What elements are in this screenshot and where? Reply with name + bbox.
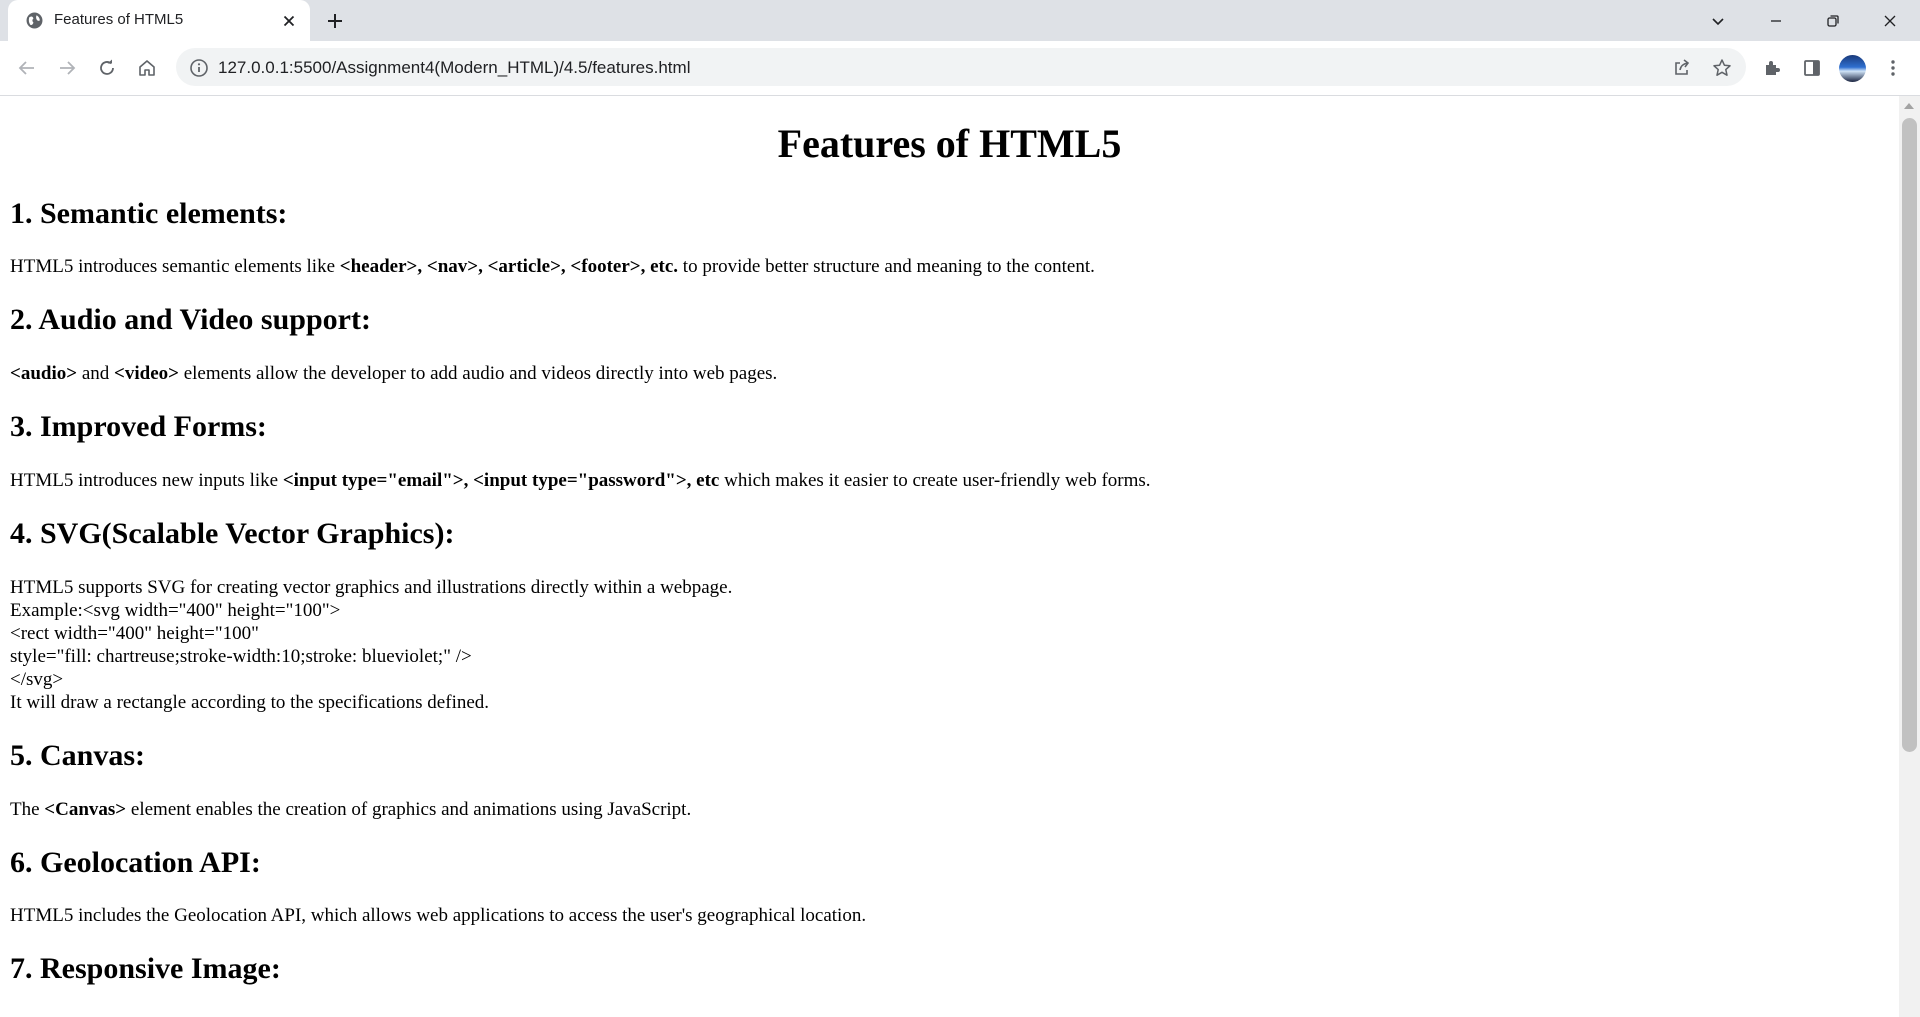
scroll-up-arrow-icon[interactable] xyxy=(1904,103,1914,109)
url-text[interactable]: 127.0.0.1:5500/Assignment4(Modern_HTML)/… xyxy=(218,58,690,78)
heading-audio-video: 2. Audio and Video support: xyxy=(10,303,371,336)
chevron-down-icon xyxy=(1712,17,1724,25)
globe-icon xyxy=(26,12,43,29)
menu-button[interactable] xyxy=(1880,55,1906,81)
home-button[interactable] xyxy=(134,55,160,81)
heading-geolocation: 6. Geolocation API: xyxy=(10,846,261,879)
star-icon[interactable] xyxy=(1712,58,1732,78)
heading-improved-forms: 3. Improved Forms: xyxy=(10,410,267,443)
vertical-scrollbar[interactable] xyxy=(1899,96,1920,1017)
plus-icon[interactable] xyxy=(324,10,346,32)
forward-icon xyxy=(60,61,76,75)
heading-svg: 4. SVG(Scalable Vector Graphics): xyxy=(10,517,455,550)
heading-semantic-elements: 1. Semantic elements: xyxy=(10,197,288,230)
browser-toolbar: 127.0.0.1:5500/Assignment4(Modern_HTML)/… xyxy=(0,41,1920,96)
minimize-icon xyxy=(1771,19,1781,22)
close-window-icon xyxy=(1884,15,1896,26)
paragraph-canvas: The <Canvas> element enables the creatio… xyxy=(10,798,691,821)
reload-icon xyxy=(100,59,114,75)
side-panel-icon xyxy=(1804,60,1820,76)
heading-canvas: 5. Canvas: xyxy=(10,739,146,772)
text-segment: elements allow the developer to add audi… xyxy=(178,363,778,384)
paragraph-semantic-elements: HTML5 introduces semantic elements like … xyxy=(10,255,1095,278)
text-segment: element enables the creation of graphics… xyxy=(126,799,692,820)
info-icon[interactable] xyxy=(189,58,209,78)
forward-button[interactable] xyxy=(54,55,80,81)
share-icon[interactable] xyxy=(1672,58,1692,78)
tab-features-of-html5[interactable]: Features of HTML5 xyxy=(8,0,310,41)
text-segment: The xyxy=(10,799,45,820)
tab-strip: Features of HTML5 xyxy=(0,0,1920,41)
paragraph-audio-video: <audio> and <video> elements allow the d… xyxy=(10,362,777,385)
extensions-button[interactable] xyxy=(1759,55,1785,81)
tab-search-button[interactable] xyxy=(1690,0,1746,41)
reload-button[interactable] xyxy=(94,55,120,81)
back-button[interactable] xyxy=(14,55,40,81)
restore-button[interactable] xyxy=(1805,0,1861,41)
scrollbar-thumb[interactable] xyxy=(1902,118,1917,752)
text-segment: HTML5 introduces new inputs like xyxy=(10,470,283,491)
bold-code-segment: <video> xyxy=(114,363,179,384)
text-segment: which makes it easier to create user-fri… xyxy=(719,470,1151,491)
close-window-button[interactable] xyxy=(1862,0,1918,41)
avatar[interactable] xyxy=(1839,55,1866,82)
bold-code-segment: <Canvas> xyxy=(44,799,127,820)
puzzle-icon xyxy=(1766,61,1780,75)
text-segment: HTML5 introduces semantic elements like xyxy=(10,256,340,277)
address-bar[interactable]: 127.0.0.1:5500/Assignment4(Modern_HTML)/… xyxy=(176,48,1746,86)
paragraph-improved-forms: HTML5 introduces new inputs like <input … xyxy=(10,469,1151,492)
side-panel-button[interactable] xyxy=(1799,55,1825,81)
minimize-button[interactable] xyxy=(1748,0,1804,41)
home-icon xyxy=(139,60,155,76)
text-segment: to provide better structure and meaning … xyxy=(678,256,1095,277)
text-segment: and xyxy=(77,363,115,384)
bold-code-segment: <audio> xyxy=(10,363,78,384)
bold-code-segment: <input type="email">, <input type="passw… xyxy=(282,470,720,491)
back-icon xyxy=(18,61,34,75)
kebab-menu-icon xyxy=(1891,60,1895,76)
tab-title: Features of HTML5 xyxy=(54,11,184,28)
close-icon[interactable] xyxy=(280,12,298,30)
page-content: Features of HTML5 1. Semantic elements: … xyxy=(0,96,1899,1017)
bold-code-segment: <header>, <nav>, <article>, <footer>, et… xyxy=(339,256,679,277)
paragraph-geolocation: HTML5 includes the Geolocation API, whic… xyxy=(10,905,867,926)
restore-icon xyxy=(1827,14,1839,27)
page-title: Features of HTML5 xyxy=(777,121,1122,166)
heading-responsive-image: 7. Responsive Image: xyxy=(10,952,281,985)
